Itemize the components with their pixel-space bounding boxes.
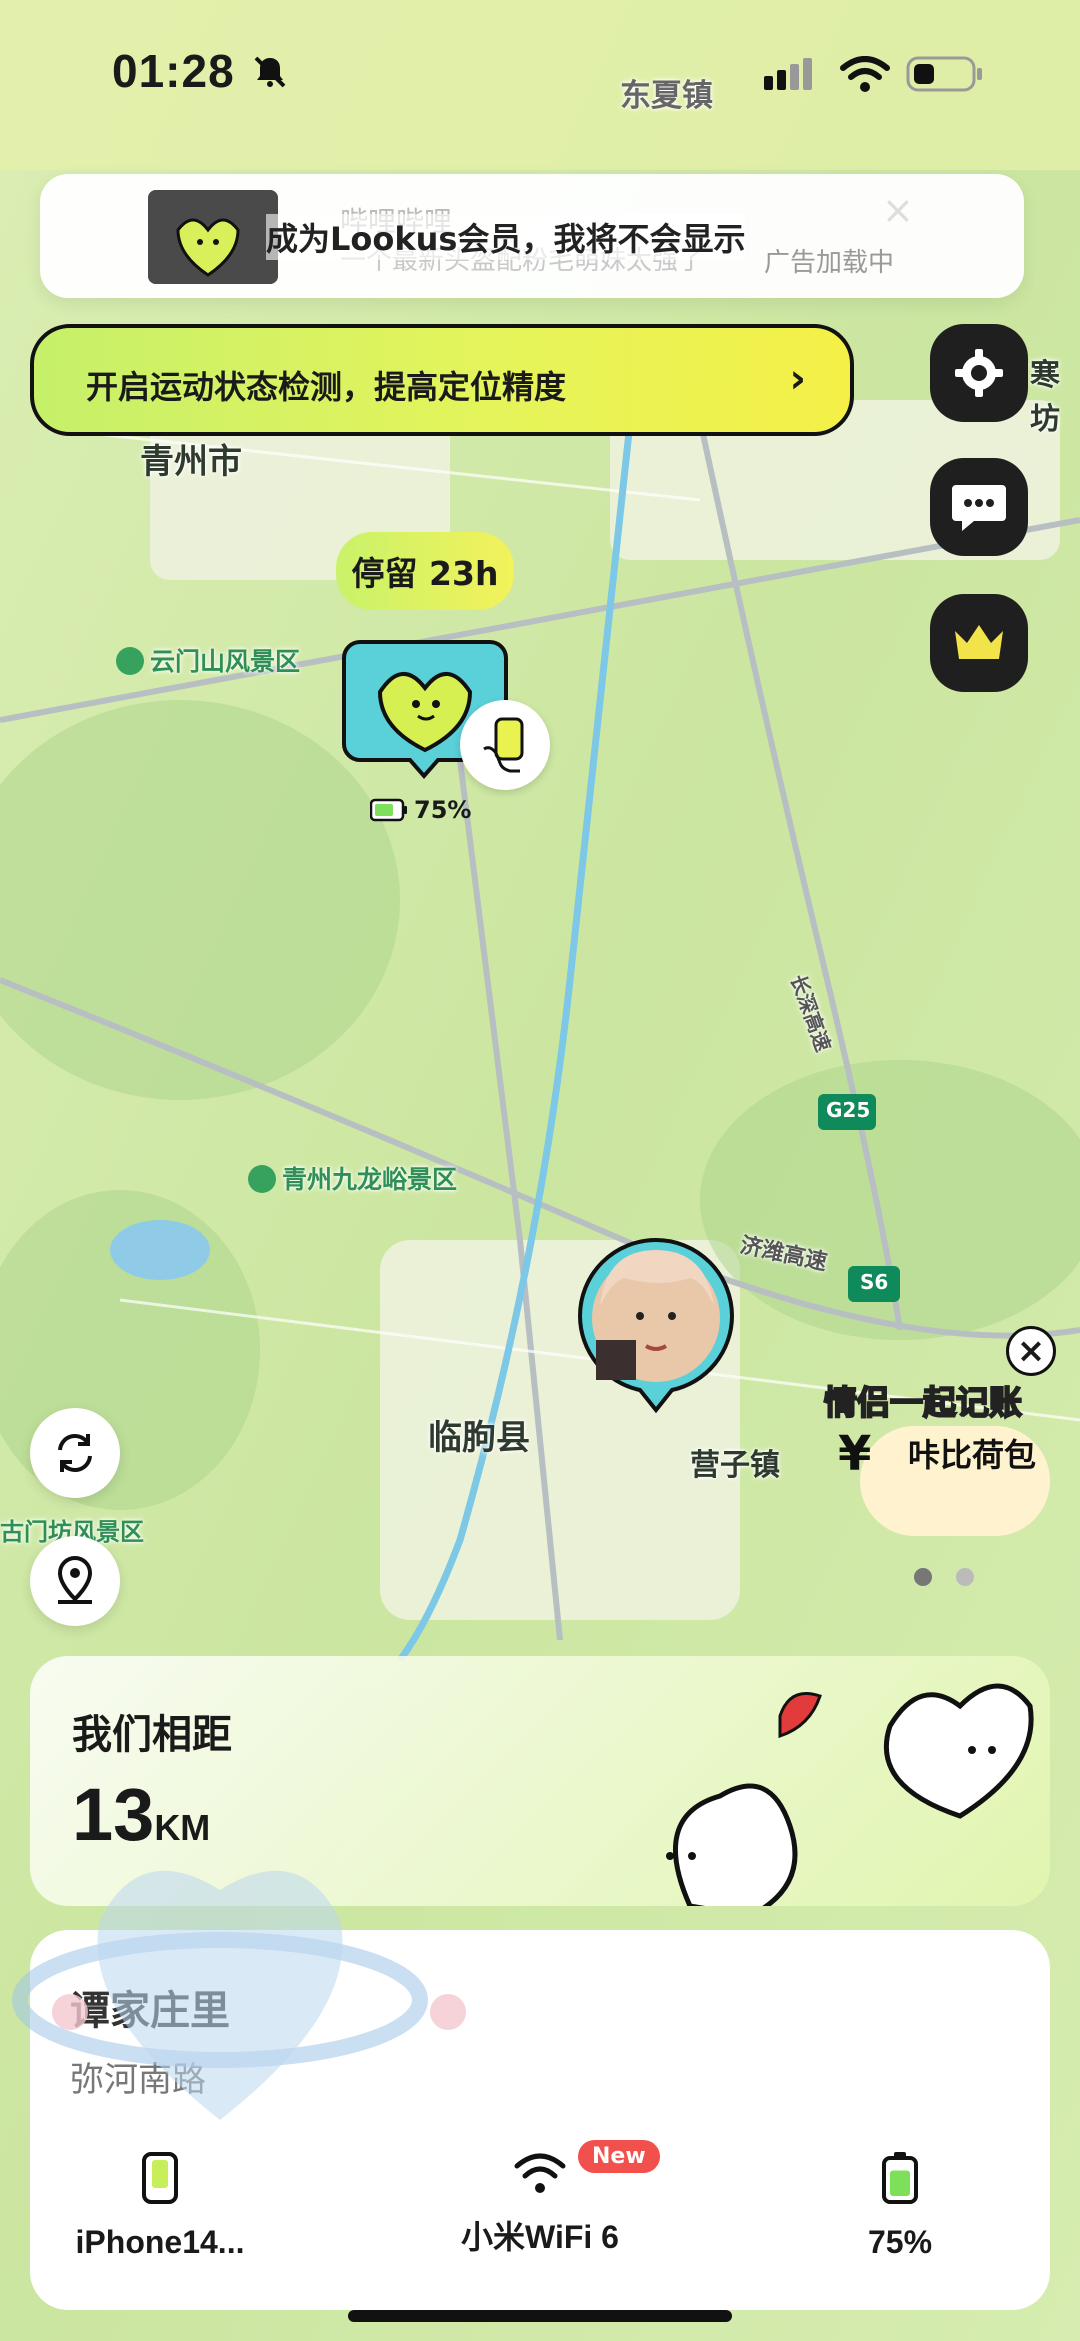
page-indicator <box>914 1568 974 1586</box>
status-time: 01:28 <box>112 45 235 97</box>
ad-membership-text: 成为Lookus会员，我将不会显示 <box>266 214 746 260</box>
refresh-button[interactable] <box>30 1408 120 1498</box>
bell-slash-icon <box>254 56 286 88</box>
promo-sticker[interactable]: × 情侣一起记账 ¥ 咔比荷包 <box>820 1326 1060 1546</box>
map-label-qingzhou: 青州市 <box>140 442 242 482</box>
promo-subtitle: 咔比荷包 <box>908 1436 1037 1474</box>
refresh-icon <box>58 1434 92 1472</box>
partner-avatar <box>577 1237 735 1414</box>
map-label-yingzi: 营子镇 <box>690 1448 780 1483</box>
wifi-icon <box>840 56 890 92</box>
locate-button[interactable] <box>30 1536 120 1626</box>
heart-mascot-icon <box>148 190 278 284</box>
chevron-right-icon: › <box>789 356 806 402</box>
signal-icon <box>764 58 812 90</box>
map-label-fangzi: 寒坊 <box>1030 358 1060 437</box>
g25-label: G25 <box>826 1098 871 1122</box>
phone-icon <box>142 2152 178 2204</box>
page-dot <box>914 1568 932 1586</box>
vip-button[interactable] <box>930 594 1028 692</box>
scenic-icon <box>116 647 144 675</box>
close-icon[interactable]: × <box>1006 1326 1056 1376</box>
chat-icon <box>952 485 1006 531</box>
device-stat[interactable]: iPhone14... <box>60 2150 260 2261</box>
home-indicator[interactable] <box>348 2310 732 2322</box>
battery-icon <box>906 56 982 92</box>
phone-hand-badge <box>460 700 550 790</box>
map-label-jiulong: 青州九龙峪景区 <box>248 1160 457 1196</box>
hearts-illustration <box>666 1683 1034 1906</box>
partner-pin[interactable] <box>576 1236 736 1416</box>
stay-duration-badge: 停留 23h <box>336 532 514 610</box>
battery-small-icon <box>370 798 407 822</box>
new-badge: New <box>578 2140 660 2173</box>
distance-label: 我们相距 <box>72 1712 232 1758</box>
close-icon[interactable]: × <box>882 188 914 232</box>
device-battery-text: 75% <box>414 796 472 824</box>
battery-vertical-icon <box>882 2152 918 2204</box>
settings-button[interactable] <box>930 324 1028 422</box>
glass-heart-sticker <box>12 1870 466 2120</box>
s6-label: S6 <box>860 1270 889 1294</box>
map-label-linqu: 临朐县 <box>428 1418 530 1458</box>
device-battery-tag: 75% <box>370 796 471 824</box>
battery-stat[interactable]: 75% <box>830 2150 970 2261</box>
wifi-icon <box>514 2153 566 2193</box>
battery-percent: 75% <box>867 2224 933 2260</box>
crown-icon <box>955 625 1003 659</box>
motion-detection-banner[interactable]: 开启运动状态检测，提高定位精度 › <box>30 324 854 436</box>
ad-banner[interactable]: 哔哩哔哩 一个最新头盔配粉毛萌妹太强了 成为Lookus会员，我将不会显示 广告… <box>40 174 1024 298</box>
wifi-name: 小米WiFi 6 <box>461 2219 619 2255</box>
device-name: iPhone14... <box>75 2224 245 2260</box>
motion-banner-text: 开启运动状态检测，提高定位精度 <box>86 368 567 406</box>
phone-in-hand-icon <box>483 717 524 773</box>
promo-title: 情侣一起记账 <box>823 1382 1023 1423</box>
status-bar: 01:28 <box>0 0 1080 150</box>
ad-loading-text: 广告加载中 <box>764 248 895 278</box>
promo-currency: ¥ <box>838 1426 872 1482</box>
scenic-icon <box>248 1165 276 1193</box>
chat-button[interactable] <box>930 458 1028 556</box>
ad-thumbnail <box>148 190 278 284</box>
page-dot <box>956 1568 974 1586</box>
location-pin-icon <box>57 1555 93 1604</box>
map-label-yunmen: 云门山风景区 <box>116 642 300 678</box>
gear-icon <box>955 349 1003 397</box>
